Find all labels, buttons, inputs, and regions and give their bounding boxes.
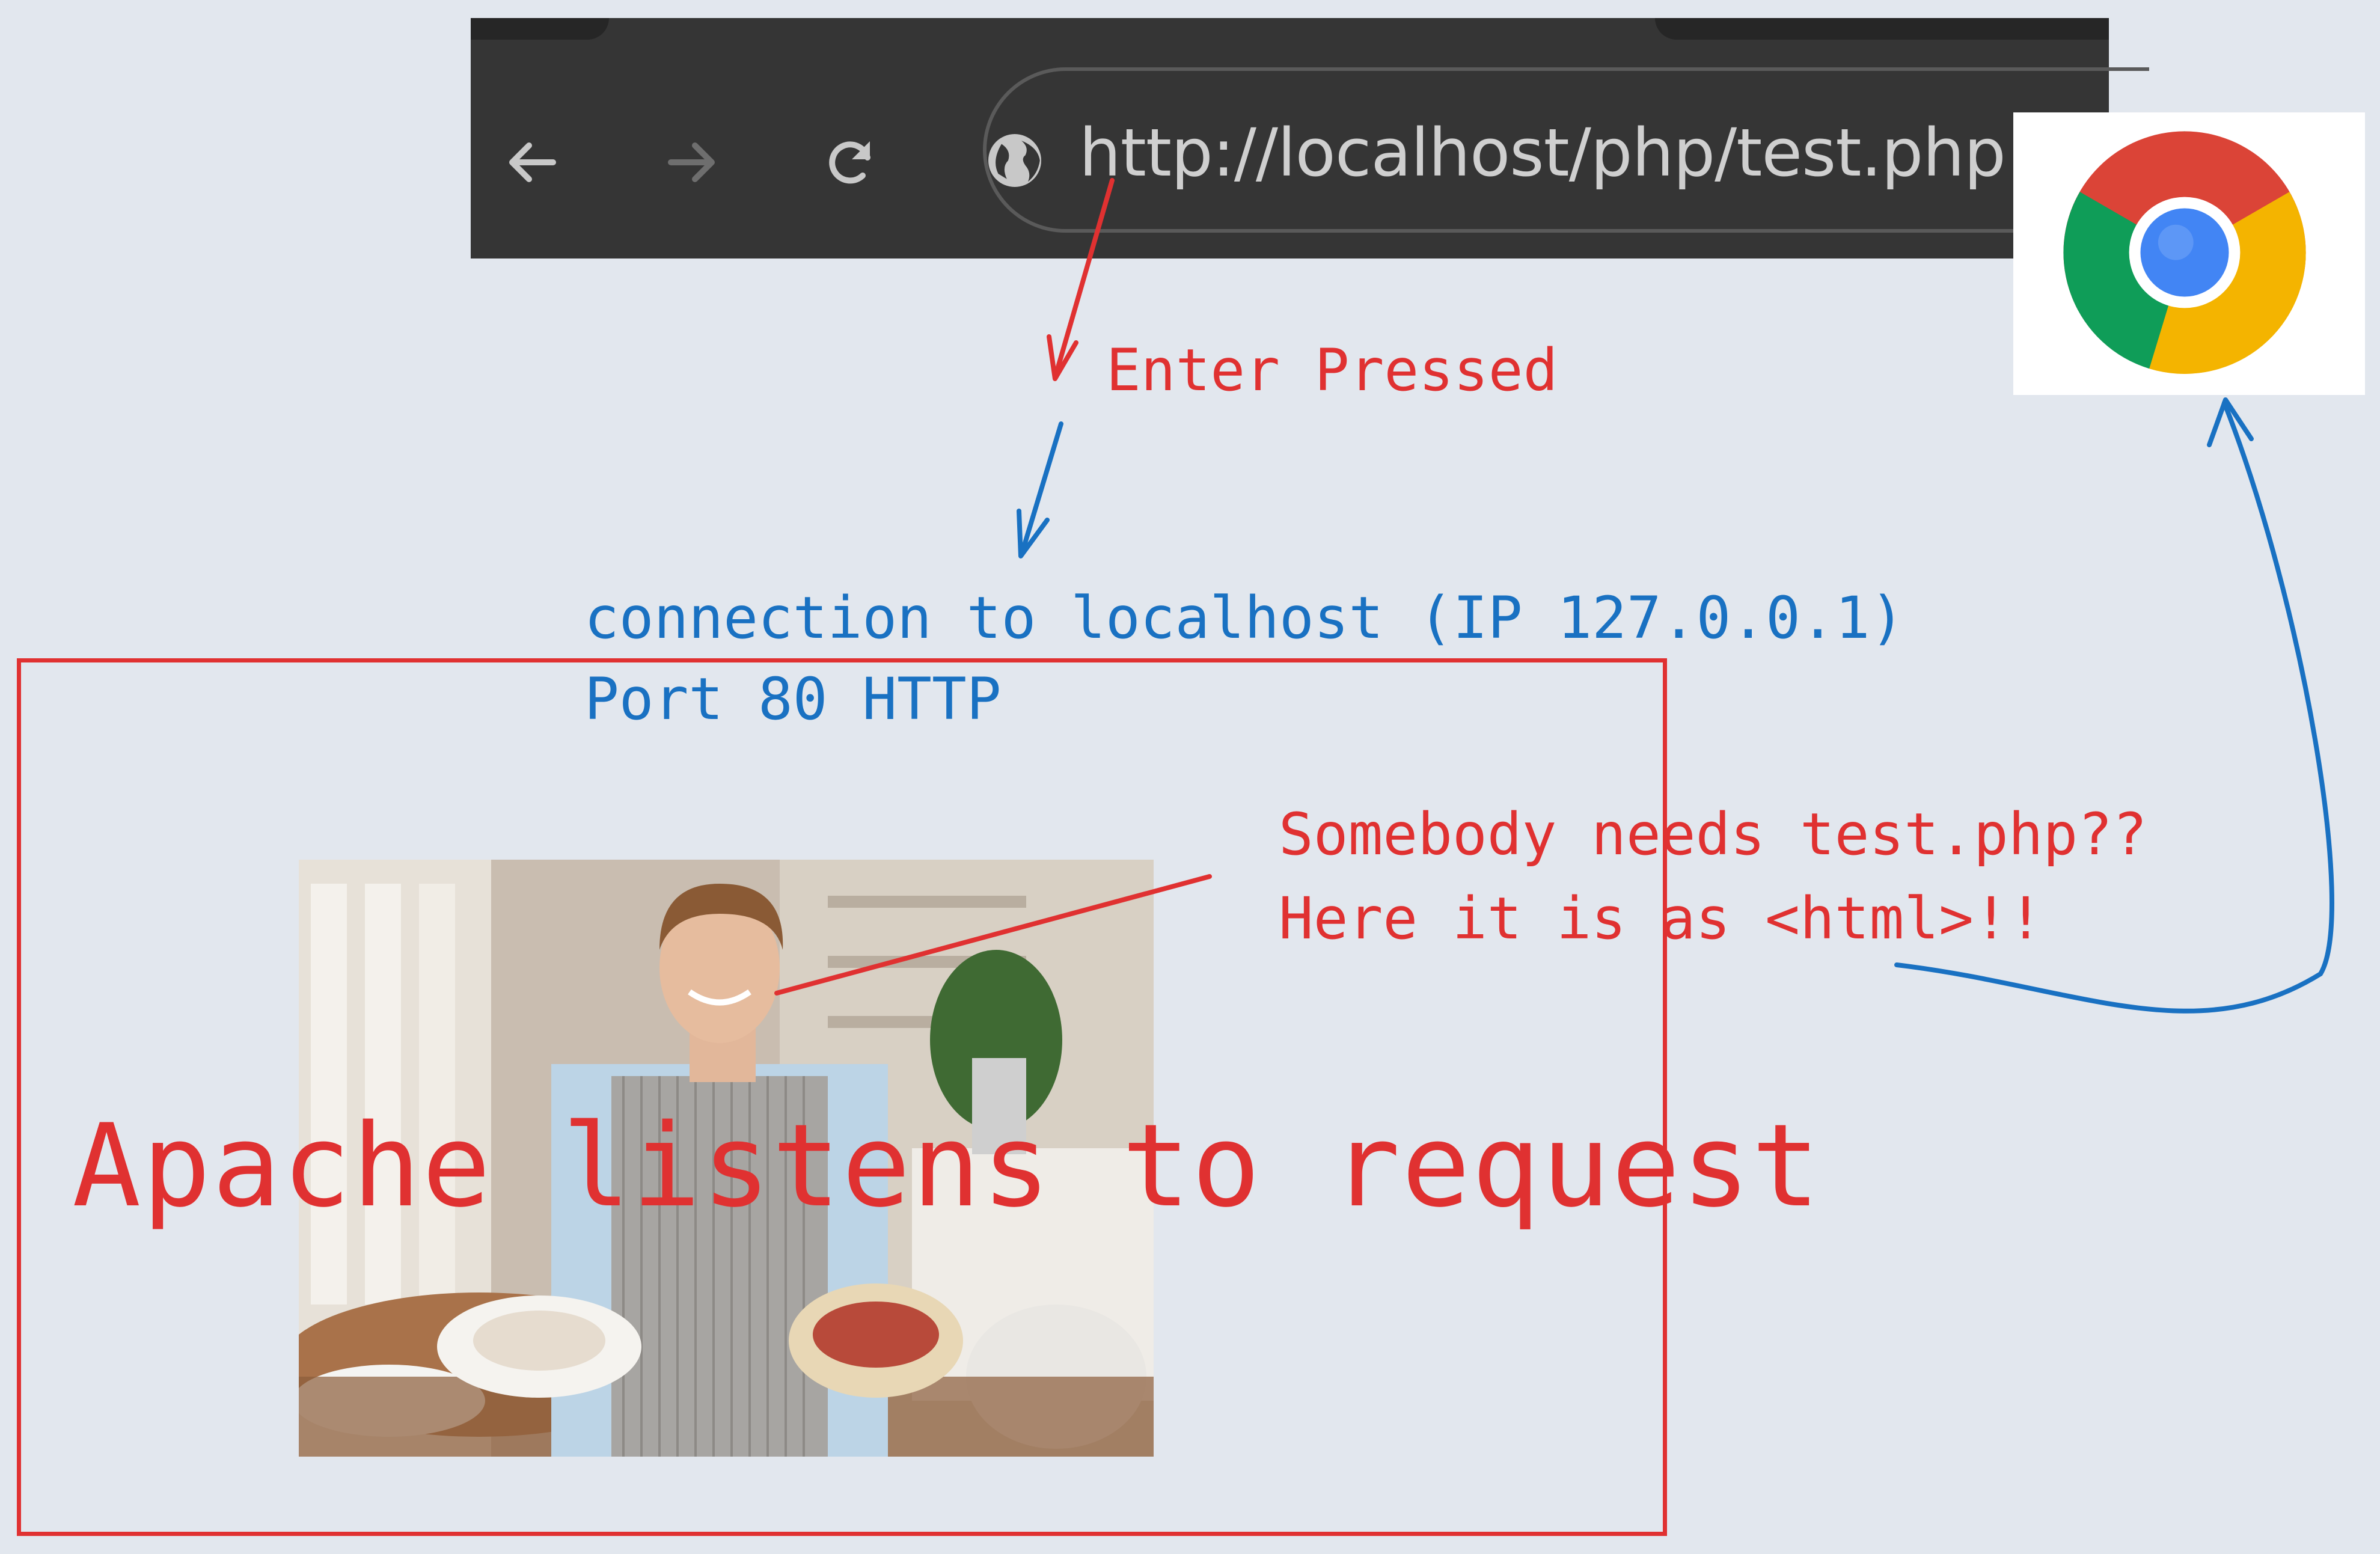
connection-arrow-head bbox=[1017, 509, 1050, 558]
connection-label-line2: Port 80 HTTP bbox=[584, 665, 1002, 733]
apache-label: Apache listens to request bbox=[72, 1100, 1822, 1232]
response-note-line2: Here it is as <html>!! bbox=[1279, 885, 2043, 952]
response-note-line1: Somebody needs test.php?? bbox=[1279, 801, 2147, 868]
browser-toolbar: http://localhost/php/test.php bbox=[471, 18, 2149, 258]
chrome-logo-icon bbox=[2063, 131, 2306, 374]
url-text[interactable]: http://localhost/php/test.php bbox=[1079, 114, 2006, 191]
enter-arrow-head bbox=[1047, 334, 1078, 381]
back-arrow-icon[interactable] bbox=[502, 132, 562, 192]
connection-label-line1: connection to localhost (IP 127.0.0.1) bbox=[584, 584, 1905, 652]
globe-icon bbox=[988, 134, 1041, 187]
connection-arrow bbox=[1020, 421, 1063, 555]
tab-strip-left bbox=[471, 18, 609, 40]
reload-icon[interactable] bbox=[821, 132, 881, 192]
chrome-logo-card bbox=[2013, 112, 2365, 395]
forward-arrow-icon[interactable] bbox=[662, 132, 722, 192]
response-arrow-head bbox=[2207, 397, 2254, 447]
diagram-canvas: http://localhost/php/test.php Enter Pres… bbox=[0, 0, 2380, 1554]
tab-strip-right bbox=[1655, 18, 2109, 40]
enter-pressed-label: Enter Pressed bbox=[1106, 337, 1558, 404]
